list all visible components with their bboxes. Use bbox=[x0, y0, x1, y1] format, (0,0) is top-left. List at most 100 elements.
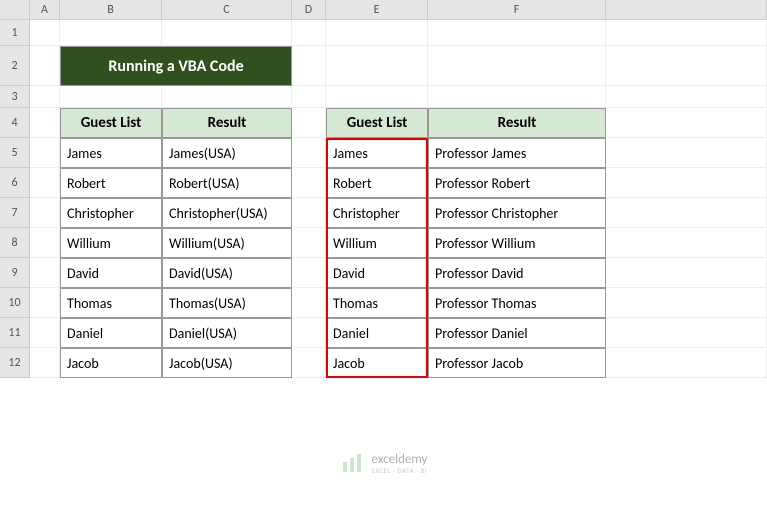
cell[interactable] bbox=[606, 228, 767, 258]
cell[interactable] bbox=[30, 228, 60, 258]
cell[interactable] bbox=[292, 288, 326, 318]
row-header-2[interactable]: 2 bbox=[0, 46, 30, 86]
table2-guest[interactable]: Christopher bbox=[326, 198, 428, 228]
table2-guest[interactable]: James bbox=[326, 138, 428, 168]
table1-result[interactable]: James(USA) bbox=[162, 138, 292, 168]
cell[interactable] bbox=[30, 138, 60, 168]
row-header-4[interactable]: 4 bbox=[0, 108, 30, 138]
cell[interactable] bbox=[428, 20, 606, 46]
cell[interactable] bbox=[292, 138, 326, 168]
table2-result[interactable]: Professor Robert bbox=[428, 168, 606, 198]
col-header-B[interactable]: B bbox=[60, 0, 162, 20]
table1-guest[interactable]: Christopher bbox=[60, 198, 162, 228]
table1-guest[interactable]: David bbox=[60, 258, 162, 288]
row-header-11[interactable]: 11 bbox=[0, 318, 30, 348]
table1-result[interactable]: Jacob(USA) bbox=[162, 348, 292, 378]
cell[interactable] bbox=[428, 46, 606, 86]
cell[interactable] bbox=[606, 198, 767, 228]
table2-header-guest[interactable]: Guest List bbox=[326, 108, 428, 138]
row-header-7[interactable]: 7 bbox=[0, 198, 30, 228]
cell[interactable] bbox=[292, 258, 326, 288]
table2-result[interactable]: Professor Jacob bbox=[428, 348, 606, 378]
cell[interactable] bbox=[606, 288, 767, 318]
row-header-8[interactable]: 8 bbox=[0, 228, 30, 258]
col-header-E[interactable]: E bbox=[326, 0, 428, 20]
cell[interactable] bbox=[30, 258, 60, 288]
cell[interactable] bbox=[292, 168, 326, 198]
cell[interactable] bbox=[162, 20, 292, 46]
table1-header-result[interactable]: Result bbox=[162, 108, 292, 138]
cell[interactable] bbox=[606, 108, 767, 138]
cell[interactable] bbox=[606, 168, 767, 198]
table2-result[interactable]: Professor Willium bbox=[428, 228, 606, 258]
cell[interactable] bbox=[292, 86, 326, 108]
table1-result[interactable]: Thomas(USA) bbox=[162, 288, 292, 318]
cell[interactable] bbox=[292, 46, 326, 86]
cell[interactable] bbox=[60, 20, 162, 46]
cell[interactable] bbox=[326, 20, 428, 46]
table1-result[interactable]: Christopher(USA) bbox=[162, 198, 292, 228]
table2-guest[interactable]: Willium bbox=[326, 228, 428, 258]
table1-guest[interactable]: Thomas bbox=[60, 288, 162, 318]
col-header-C[interactable]: C bbox=[162, 0, 292, 20]
cell[interactable] bbox=[606, 20, 767, 46]
row-header-10[interactable]: 10 bbox=[0, 288, 30, 318]
cell[interactable] bbox=[30, 198, 60, 228]
col-header-extra[interactable] bbox=[606, 0, 767, 20]
table2-result[interactable]: Professor Christopher bbox=[428, 198, 606, 228]
cell[interactable] bbox=[292, 20, 326, 46]
cell[interactable] bbox=[60, 86, 162, 108]
cell[interactable] bbox=[606, 318, 767, 348]
cell[interactable] bbox=[326, 46, 428, 86]
col-header-D[interactable]: D bbox=[292, 0, 326, 20]
cell[interactable] bbox=[606, 86, 767, 108]
cell[interactable] bbox=[30, 20, 60, 46]
row-header-6[interactable]: 6 bbox=[0, 168, 30, 198]
table1-guest[interactable]: Jacob bbox=[60, 348, 162, 378]
cell[interactable] bbox=[30, 318, 60, 348]
select-all-corner[interactable] bbox=[0, 0, 30, 20]
row-header-3[interactable]: 3 bbox=[0, 86, 30, 108]
cell[interactable] bbox=[606, 138, 767, 168]
table1-header-guest[interactable]: Guest List bbox=[60, 108, 162, 138]
cell[interactable] bbox=[30, 288, 60, 318]
cell[interactable] bbox=[30, 46, 60, 86]
cell[interactable] bbox=[292, 318, 326, 348]
table2-guest[interactable]: David bbox=[326, 258, 428, 288]
cell[interactable] bbox=[292, 228, 326, 258]
cell[interactable] bbox=[606, 348, 767, 378]
table2-guest[interactable]: Thomas bbox=[326, 288, 428, 318]
cell[interactable] bbox=[606, 258, 767, 288]
row-header-12[interactable]: 12 bbox=[0, 348, 30, 378]
row-header-5[interactable]: 5 bbox=[0, 138, 30, 168]
table1-result[interactable]: Robert(USA) bbox=[162, 168, 292, 198]
col-header-F[interactable]: F bbox=[428, 0, 606, 20]
cell[interactable] bbox=[428, 86, 606, 108]
table2-guest[interactable]: Daniel bbox=[326, 318, 428, 348]
cell[interactable] bbox=[162, 86, 292, 108]
table1-guest[interactable]: Robert bbox=[60, 168, 162, 198]
table1-guest[interactable]: Willium bbox=[60, 228, 162, 258]
table1-result[interactable]: Willium(USA) bbox=[162, 228, 292, 258]
cell[interactable] bbox=[292, 348, 326, 378]
cell[interactable] bbox=[292, 198, 326, 228]
table2-header-result[interactable]: Result bbox=[428, 108, 606, 138]
cell[interactable] bbox=[30, 348, 60, 378]
row-header-1[interactable]: 1 bbox=[0, 20, 30, 46]
cell[interactable] bbox=[292, 108, 326, 138]
table1-result[interactable]: David(USA) bbox=[162, 258, 292, 288]
table2-guest[interactable]: Jacob bbox=[326, 348, 428, 378]
table2-result[interactable]: Professor James bbox=[428, 138, 606, 168]
table1-guest[interactable]: Daniel bbox=[60, 318, 162, 348]
table2-result[interactable]: Professor Daniel bbox=[428, 318, 606, 348]
title-cell[interactable]: Running a VBA Code bbox=[60, 46, 292, 86]
table1-result[interactable]: Daniel(USA) bbox=[162, 318, 292, 348]
table1-guest[interactable]: James bbox=[60, 138, 162, 168]
cell[interactable] bbox=[30, 168, 60, 198]
table2-result[interactable]: Professor Thomas bbox=[428, 288, 606, 318]
col-header-A[interactable]: A bbox=[30, 0, 60, 20]
row-header-9[interactable]: 9 bbox=[0, 258, 30, 288]
cell[interactable] bbox=[326, 86, 428, 108]
table2-guest[interactable]: Robert bbox=[326, 168, 428, 198]
table2-result[interactable]: Professor David bbox=[428, 258, 606, 288]
